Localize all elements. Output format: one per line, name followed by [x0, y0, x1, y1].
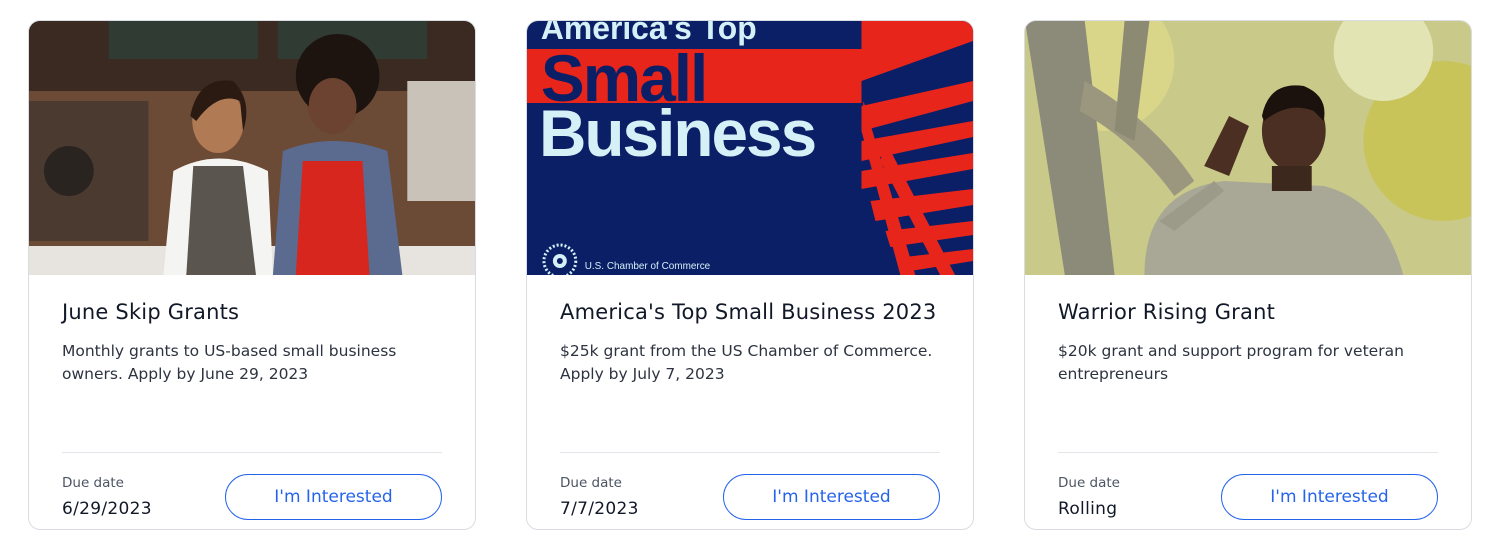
grant-card-warrior-rising[interactable]: Warrior Rising Grant $20k grant and supp… [1024, 20, 1472, 530]
banner-line3: Business [539, 96, 815, 170]
due-date-value: Rolling [1058, 499, 1118, 519]
divider [1058, 452, 1438, 453]
americas-top-small-business-banner: America's Top Small Business U.S. Chambe… [527, 21, 973, 275]
card-title: America's Top Small Business 2023 [560, 300, 937, 324]
divider [560, 452, 940, 453]
due-date-value: 7/7/2023 [560, 499, 639, 519]
due-date-block: Due date 7/7/2023 [560, 475, 639, 519]
card-description: Monthly grants to US-based small busines… [62, 342, 397, 383]
card-title: Warrior Rising Grant [1058, 300, 1276, 324]
card-description: $25k grant from the US Chamber of Commer… [560, 342, 933, 383]
interested-button[interactable]: I'm Interested [225, 474, 442, 520]
grant-card-june-skip[interactable]: June Skip Grants Monthly grants to US-ba… [28, 20, 476, 530]
grant-card-americas-top-small-business[interactable]: America's Top Small Business U.S. Chambe… [526, 20, 974, 530]
due-date-block: Due date Rolling [1058, 475, 1120, 519]
due-date-label: Due date [1058, 475, 1120, 491]
cafe-owners-photo [29, 21, 475, 275]
grant-cards-grid: June Skip Grants Monthly grants to US-ba… [28, 20, 1472, 530]
banner-org: U.S. Chamber of Commerce [585, 261, 711, 272]
due-date-value: 6/29/2023 [62, 499, 152, 519]
card-description: $20k grant and support program for veter… [1058, 342, 1404, 383]
due-date-block: Due date 6/29/2023 [62, 475, 152, 519]
interested-button[interactable]: I'm Interested [1221, 474, 1438, 520]
saluting-veteran-photo [1025, 21, 1471, 275]
card-title: June Skip Grants [62, 300, 240, 324]
due-date-label: Due date [62, 475, 124, 491]
interested-button[interactable]: I'm Interested [723, 474, 940, 520]
divider [62, 452, 442, 453]
due-date-label: Due date [560, 475, 622, 491]
